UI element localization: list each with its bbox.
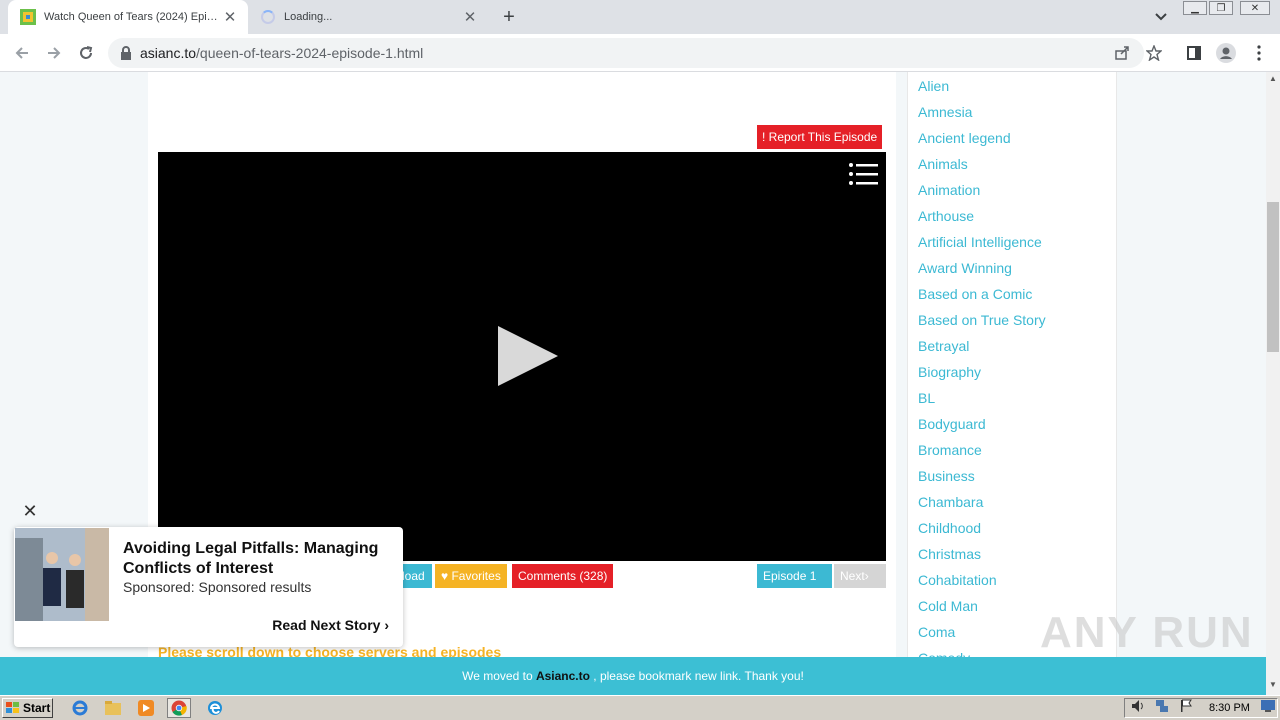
tab-search-chevron-icon[interactable] [1152, 7, 1170, 25]
system-tray: 8:30 PM [1124, 698, 1278, 718]
playlist-menu-icon[interactable] [848, 162, 878, 186]
genre-link[interactable]: Cohabitation [918, 570, 1046, 596]
chrome-taskbar-icon[interactable] [167, 698, 191, 718]
tab-active[interactable]: Watch Queen of Tears (2024) Episode 1 ✕ [8, 0, 248, 34]
genre-link[interactable]: Betrayal [918, 336, 1046, 362]
genre-link[interactable]: Coma [918, 622, 1046, 648]
side-panel-icon[interactable] [1183, 42, 1205, 64]
lock-icon[interactable] [120, 46, 132, 60]
favorites-button[interactable]: ♥ Favorites [435, 564, 507, 588]
comments-button[interactable]: Comments (328) [512, 564, 614, 588]
tab-title: Loading... [284, 11, 333, 23]
volume-icon[interactable] [1131, 699, 1145, 718]
chevron-right-icon: › [384, 617, 389, 633]
genre-link[interactable]: Amnesia [918, 102, 1046, 128]
show-desktop-icon[interactable] [1261, 699, 1275, 717]
scroll-up-arrow-icon[interactable]: ▲ [1268, 74, 1278, 84]
genre-link[interactable]: Business [918, 466, 1046, 492]
new-tab-plus-icon[interactable]: + [498, 6, 520, 28]
url-text: asianc.to/queen-of-tears-2024-episode-1.… [140, 45, 424, 61]
genre-link[interactable]: BL [918, 388, 1046, 414]
genre-link[interactable]: Biography [918, 362, 1046, 388]
browser-toolbar: asianc.to/queen-of-tears-2024-episode-1.… [0, 34, 1280, 72]
share-icon[interactable] [1111, 42, 1133, 64]
reload-icon[interactable] [74, 41, 98, 65]
genre-link[interactable]: Artificial Intelligence [918, 232, 1046, 258]
genre-sidebar: Alien Amnesia Ancient legend Animals Ani… [907, 72, 1117, 695]
ad-image[interactable] [15, 528, 109, 621]
profile-avatar-icon[interactable] [1215, 42, 1237, 64]
heart-icon: ♥ [441, 569, 452, 583]
loading-spinner-icon [260, 9, 276, 25]
close-window-icon[interactable]: ✕ [1240, 1, 1270, 15]
genre-link[interactable]: Bromance [918, 440, 1046, 466]
report-episode-button[interactable]: ! Report This Episode [757, 125, 883, 149]
scroll-down-arrow-icon[interactable]: ▼ [1268, 680, 1278, 690]
sponsored-ad-card[interactable]: Avoiding Legal Pitfalls: Managing Confli… [14, 527, 403, 647]
forward-arrow-icon[interactable] [42, 41, 66, 65]
genre-link[interactable]: Animation [918, 180, 1046, 206]
internet-explorer-icon[interactable] [68, 698, 92, 718]
bookmark-star-icon[interactable] [1143, 42, 1165, 64]
tab-strip: Watch Queen of Tears (2024) Episode 1 ✕ … [0, 0, 1280, 34]
tab-loading[interactable]: Loading... ✕ [248, 0, 488, 34]
taskbar-clock[interactable]: 8:30 PM [1209, 702, 1250, 714]
genre-link[interactable]: Ancient legend [918, 128, 1046, 154]
chevron-right-icon: › [864, 569, 869, 583]
tab-close-icon[interactable]: ✕ [460, 7, 480, 27]
episode-button[interactable]: Episode 1 [757, 564, 832, 588]
tab-close-icon[interactable]: ✕ [220, 7, 240, 27]
windows-taskbar: Start 8:30 PM [0, 695, 1280, 720]
moved-notice-banner: We moved to Asianc.to , please bookmark … [0, 657, 1266, 695]
play-icon[interactable] [498, 326, 558, 386]
windows-logo-icon [6, 702, 19, 713]
edge-icon[interactable] [203, 698, 227, 718]
video-player[interactable] [158, 152, 886, 561]
minimize-window-icon[interactable]: ▁ [1183, 1, 1207, 15]
genre-list: Alien Amnesia Ancient legend Animals Ani… [918, 76, 1046, 674]
tab-title: Watch Queen of Tears (2024) Episode 1 [44, 11, 220, 23]
page-scrollbar[interactable] [1266, 72, 1280, 695]
restore-window-icon[interactable]: ❐ [1209, 1, 1233, 15]
genre-link[interactable]: Based on True Story [918, 310, 1046, 336]
genre-link[interactable]: Chambara [918, 492, 1046, 518]
new-domain-link[interactable]: Asianc.to [536, 669, 590, 683]
network-icon[interactable] [1155, 699, 1169, 718]
genre-link[interactable]: Alien [918, 76, 1046, 102]
file-explorer-icon[interactable] [101, 698, 125, 718]
action-center-flag-icon[interactable] [1179, 699, 1193, 718]
genre-link[interactable]: Christmas [918, 544, 1046, 570]
read-next-story-link[interactable]: Read Next Story › [272, 617, 389, 633]
genre-link[interactable]: Bodyguard [918, 414, 1046, 440]
scrollbar-thumb[interactable] [1267, 202, 1279, 352]
media-player-icon[interactable] [134, 698, 158, 718]
genre-link[interactable]: Award Winning [918, 258, 1046, 284]
next-episode-button[interactable]: Next› [834, 564, 886, 588]
start-button[interactable]: Start [2, 698, 53, 718]
genre-link[interactable]: Cold Man [918, 596, 1046, 622]
genre-link[interactable]: Based on a Comic [918, 284, 1046, 310]
genre-link[interactable]: Animals [918, 154, 1046, 180]
genre-link[interactable]: Childhood [918, 518, 1046, 544]
browser-menu-kebab-icon[interactable] [1248, 42, 1270, 64]
site-favicon-icon [20, 9, 36, 25]
address-bar[interactable]: asianc.to/queen-of-tears-2024-episode-1.… [108, 38, 1144, 68]
back-arrow-icon[interactable] [10, 41, 34, 65]
ad-title[interactable]: Avoiding Legal Pitfalls: Managing Confli… [123, 539, 393, 579]
anyrun-watermark: ANY RUN [1040, 608, 1254, 657]
ad-sponsor-label: Sponsored: Sponsored results [123, 579, 312, 595]
ad-close-icon[interactable]: ✕ [21, 502, 39, 520]
genre-link[interactable]: Arthouse [918, 206, 1046, 232]
